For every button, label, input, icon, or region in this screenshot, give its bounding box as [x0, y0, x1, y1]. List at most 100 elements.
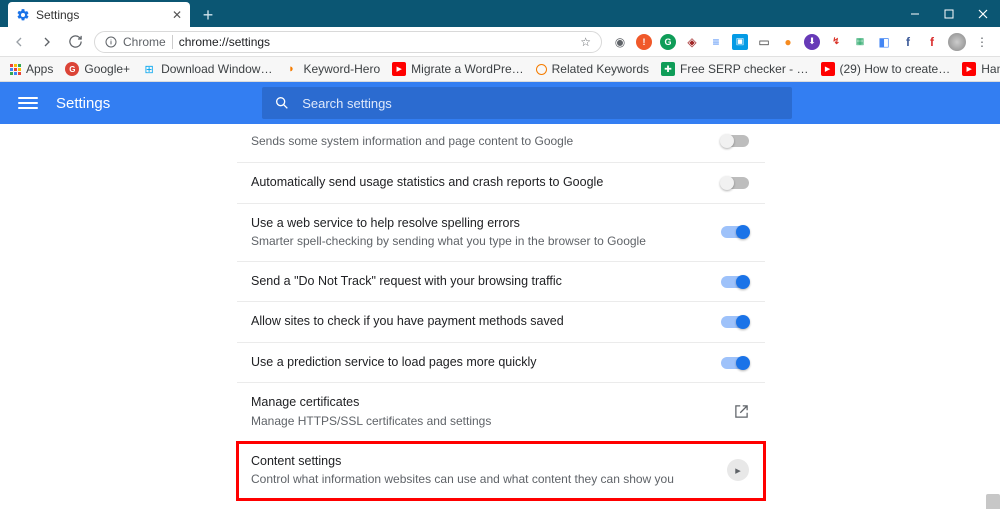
toggle-usage-stats[interactable] [721, 177, 749, 189]
bookmark-label: Free SERP checker - … [680, 62, 808, 76]
address-bar-row: Chrome chrome://settings ☆ ◉ ! G ◈ ≡ ▣ ▭… [0, 27, 1000, 57]
row-subtitle: Smarter spell-checking by sending what y… [251, 233, 721, 250]
bookmark-keyword[interactable]: ◗ Keyword-Hero [284, 62, 380, 76]
keyword-icon: ◗ [284, 62, 298, 76]
search-placeholder: Search settings [302, 96, 392, 111]
chrome-menu-icon[interactable]: ⋮ [974, 34, 990, 50]
page-title: Settings [56, 95, 110, 112]
bookmark-googleplus[interactable]: G Google+ [65, 62, 130, 76]
bookmark-howto[interactable]: ▶ (29) How to create… [821, 62, 951, 76]
forward-button[interactable] [38, 33, 56, 51]
omnibox[interactable]: Chrome chrome://settings ☆ [94, 31, 602, 53]
toggle-dnt[interactable] [721, 276, 749, 288]
settings-header: Settings Search settings [0, 82, 1000, 124]
bookmark-serp[interactable]: ✚ Free SERP checker - … [661, 62, 808, 76]
omnibox-proto: Chrome [123, 35, 173, 49]
row-title: Send a "Do Not Track" request with your … [251, 273, 721, 291]
bookmark-label: Google+ [84, 62, 130, 76]
ext-icon-13[interactable]: f [924, 34, 940, 50]
window-titlebar: Settings ✕ + [0, 0, 1000, 27]
bookmark-hangups[interactable]: ▶ Hang Ups (Want Yo… [962, 62, 1000, 76]
search-settings-input[interactable]: Search settings [262, 87, 792, 119]
bookmark-apps[interactable]: Apps [10, 62, 53, 76]
windows-icon: ⊞ [142, 62, 156, 76]
row-title: Content settings [251, 453, 727, 471]
gplus-icon: G [65, 62, 79, 76]
serp-icon: ✚ [661, 62, 675, 76]
row-title: Allow sites to check if you have payment… [251, 313, 721, 331]
window-controls [898, 0, 1000, 27]
toggle-spelling[interactable] [721, 226, 749, 238]
toggle-prediction[interactable] [721, 357, 749, 369]
scrollbar-thumb[interactable] [986, 494, 1000, 509]
gear-icon [16, 8, 30, 22]
youtube-icon: ▶ [392, 62, 406, 76]
reload-button[interactable] [66, 33, 84, 51]
maximize-button[interactable] [932, 0, 966, 27]
ext-icon-8[interactable]: ⬇ [804, 34, 820, 50]
ext-icon-7[interactable]: ● [780, 34, 796, 50]
close-tab-icon[interactable]: ✕ [172, 8, 182, 22]
launch-icon [734, 404, 749, 419]
row-title: Manage certificates [251, 394, 734, 412]
tab-title: Settings [36, 8, 79, 22]
bookmark-label: (29) How to create… [840, 62, 951, 76]
profile-avatar[interactable] [948, 33, 966, 51]
row-title: Use a prediction service to load pages m… [251, 354, 721, 372]
ext-icon-12[interactable]: f [900, 34, 916, 50]
row-title: Use a web service to help resolve spelli… [251, 215, 721, 233]
search-icon [274, 95, 290, 111]
row-content-settings[interactable]: Content settings Control what informatio… [237, 442, 765, 500]
bookmarks-bar: Apps G Google+ ⊞ Download Window… ◗ Keyw… [0, 57, 1000, 82]
bookmark-label: Related Keywords [552, 62, 649, 76]
row-do-not-track[interactable]: Send a "Do Not Track" request with your … [237, 262, 765, 303]
ext-icon-3[interactable]: ◈ [684, 34, 700, 50]
row-manage-certificates[interactable]: Manage certificates Manage HTTPS/SSL cer… [237, 383, 765, 441]
toggle-system-info[interactable] [721, 135, 749, 147]
row-payment-methods[interactable]: Allow sites to check if you have payment… [237, 302, 765, 343]
omnibox-url: chrome://settings [179, 35, 270, 49]
bookmark-related[interactable]: Related Keywords [536, 62, 649, 76]
youtube-icon: ▶ [962, 62, 976, 76]
bookmark-label: Keyword-Hero [303, 62, 380, 76]
camera-icon[interactable]: ◉ [612, 34, 628, 50]
row-title: Automatically send usage statistics and … [251, 174, 721, 192]
ext-icon-6[interactable]: ▭ [756, 34, 772, 50]
menu-hamburger-icon[interactable] [18, 97, 38, 109]
bookmark-label: Apps [26, 62, 53, 76]
ext-icon-11[interactable]: ◧ [876, 34, 892, 50]
minimize-button[interactable] [898, 0, 932, 27]
bookmark-download[interactable]: ⊞ Download Window… [142, 62, 272, 76]
row-usage-statistics[interactable]: Automatically send usage statistics and … [237, 163, 765, 204]
chevron-right-icon: ▸ [727, 459, 749, 481]
bookmark-label: Hang Ups (Want Yo… [981, 62, 1000, 76]
ext-icon-5[interactable]: ▣ [732, 34, 748, 50]
row-subtitle: Control what information websites can us… [251, 471, 727, 488]
circle-icon [536, 64, 547, 75]
row-subtitle: Sends some system information and page c… [251, 133, 721, 150]
new-tab-button[interactable]: + [196, 3, 220, 27]
row-system-info[interactable]: Sends some system information and page c… [237, 124, 765, 163]
youtube-icon: ▶ [821, 62, 835, 76]
tab-strip: Settings ✕ + [0, 0, 220, 27]
browser-tab-settings[interactable]: Settings ✕ [8, 2, 190, 27]
apps-grid-icon [10, 64, 21, 75]
settings-content: Sends some system information and page c… [0, 124, 1000, 509]
ext-icon-9[interactable]: ↯ [828, 34, 844, 50]
back-button[interactable] [10, 33, 28, 51]
row-clear-browsing-data[interactable]: Clear browsing data Clear history, cooki… [237, 500, 765, 509]
ext-icon-4[interactable]: ≡ [708, 34, 724, 50]
row-prediction[interactable]: Use a prediction service to load pages m… [237, 343, 765, 384]
bookmark-label: Download Window… [161, 62, 272, 76]
ext-icon-2[interactable]: G [660, 34, 676, 50]
extensions-area: ◉ ! G ◈ ≡ ▣ ▭ ● ⬇ ↯ ▦ ◧ f f ⋮ [612, 33, 990, 51]
ext-icon-10[interactable]: ▦ [852, 34, 868, 50]
row-spelling[interactable]: Use a web service to help resolve spelli… [237, 204, 765, 262]
close-window-button[interactable] [966, 0, 1000, 27]
settings-panel: Sends some system information and page c… [237, 124, 765, 509]
toggle-payment[interactable] [721, 316, 749, 328]
ext-icon-1[interactable]: ! [636, 34, 652, 50]
bookmark-migrate[interactable]: ▶ Migrate a WordPre… [392, 62, 523, 76]
bookmark-star-icon[interactable]: ☆ [580, 35, 591, 49]
site-info-icon[interactable] [105, 36, 117, 48]
